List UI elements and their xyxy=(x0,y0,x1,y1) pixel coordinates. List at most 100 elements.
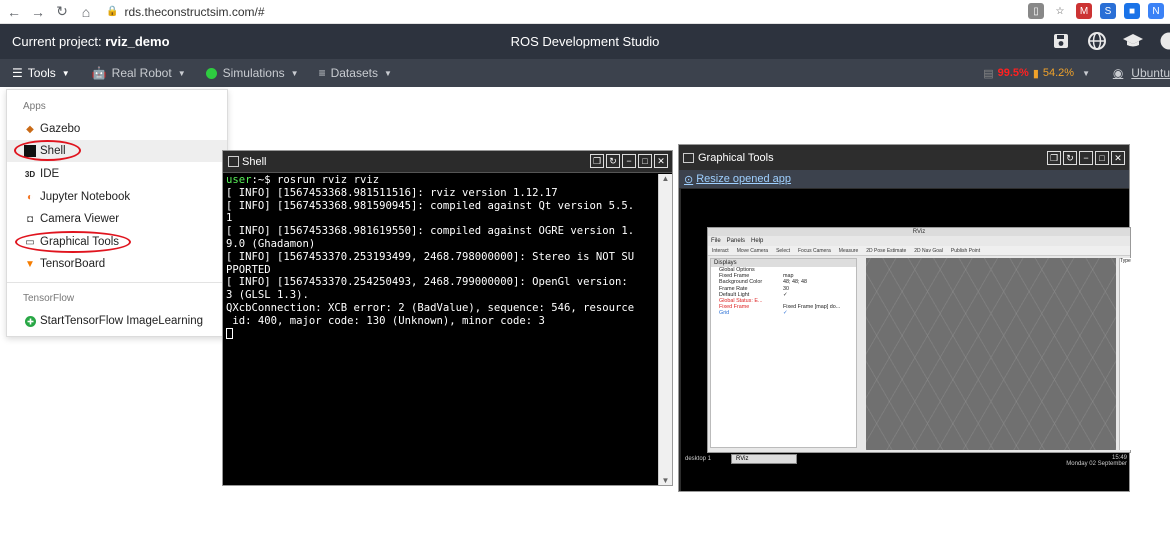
extension-icons: ▯ ☆ M S ■ N xyxy=(1028,3,1164,19)
resource-stats[interactable]: ▤ 99.5% ▮ 54.2% ▼ xyxy=(983,67,1090,80)
terminal-scrollbar[interactable]: ▲ ▼ xyxy=(658,174,672,485)
resize-label: Resize opened app xyxy=(696,173,792,185)
save-icon[interactable] xyxy=(1050,30,1072,52)
menu-item-shell[interactable]: Shell xyxy=(7,140,227,162)
clipboard-icon[interactable]: ▯ xyxy=(1028,3,1044,19)
star-icon[interactable]: ☆ xyxy=(1052,3,1068,19)
monitor-icon xyxy=(683,152,694,163)
rviz-menu-panels[interactable]: Panels xyxy=(727,238,745,244)
terminal-line: [ INFO] [1567453368.981619550]: compiled… xyxy=(226,225,635,238)
taskbar-clock: 15:49 Monday 02 September xyxy=(1066,455,1127,467)
menu-item-label: Graphical Tools xyxy=(40,236,120,248)
datasets-menu-button[interactable]: ≡ Datasets ▼ xyxy=(319,66,392,80)
reload-icon[interactable]: ↻ xyxy=(52,2,72,22)
menu-item-jupyter[interactable]: ◐ Jupyter Notebook xyxy=(7,186,227,208)
address-bar[interactable]: 🔒 rds.theconstructsim.com/# xyxy=(106,5,265,19)
camera-icon: ◘ xyxy=(26,213,34,225)
remote-taskbar: desktop 1 RViz 15:49 Monday 02 September xyxy=(681,453,1129,491)
menu-item-tensorboard[interactable]: ▼ TensorBoard xyxy=(7,253,227,275)
terminal-output[interactable]: user:~$ rosrun rviz rviz [ INFO] [156745… xyxy=(223,174,657,485)
rviz-toolbar: Interact Move Camera Select Focus Camera… xyxy=(708,246,1130,256)
close-icon[interactable]: ✕ xyxy=(654,154,668,168)
refresh-icon[interactable]: ↻ xyxy=(606,154,620,168)
scroll-down-icon[interactable]: ▼ xyxy=(659,476,672,485)
terminal-line: 3 (GLSL 1.3). xyxy=(226,289,309,302)
menu-item-label: StartTensorFlow ImageLearning xyxy=(40,315,203,327)
forward-icon[interactable]: → xyxy=(28,2,48,22)
caret-down-icon: ▼ xyxy=(177,68,186,78)
mail-icon[interactable]: M xyxy=(1076,3,1092,19)
remote-desktop[interactable]: RViz File Panels Help Interact Move Came… xyxy=(681,189,1131,491)
skype-icon[interactable]: S xyxy=(1100,3,1116,19)
minimize-icon[interactable]: − xyxy=(1079,151,1093,165)
menu-item-start-tensorflow[interactable]: StartTensorFlow ImageLearning xyxy=(7,310,227,332)
memory-icon: ▮ xyxy=(1032,67,1039,80)
menu-item-ide[interactable]: 3D IDE xyxy=(7,163,227,185)
simulations-menu-button[interactable]: Simulations ▼ xyxy=(205,66,299,80)
rviz-tool-measure[interactable]: Measure xyxy=(839,248,858,254)
resize-app-link[interactable]: ⊙ Resize opened app xyxy=(679,170,1129,188)
restore-icon[interactable]: ❐ xyxy=(590,154,604,168)
terminal-line: [ INFO] [1567453368.981590945]: compiled… xyxy=(226,199,635,212)
scroll-up-icon[interactable]: ▲ xyxy=(659,174,672,183)
rviz-menubar: File Panels Help xyxy=(708,236,1130,246)
caret-down-icon: ▼ xyxy=(290,68,299,78)
graphical-tools-window[interactable]: Graphical Tools ❐ ↻ − □ ✕ ⊙ Resize opene… xyxy=(678,144,1131,492)
app-header: Current project: rviz_demo ROS Developme… xyxy=(0,24,1170,59)
maximize-icon[interactable]: □ xyxy=(638,154,652,168)
rviz-3d-view[interactable] xyxy=(866,258,1116,450)
menu-item-gazebo[interactable]: ◆ Gazebo xyxy=(7,118,227,140)
rviz-display-row[interactable]: Grid ✓ xyxy=(711,310,856,316)
real-robot-menu-button[interactable]: 🤖 Real Robot ▼ xyxy=(92,66,186,80)
rviz-tool-nav-goal[interactable]: 2D Nav Goal xyxy=(914,248,943,254)
shell-window[interactable]: Shell ❐ ↻ − □ ✕ user:~$ rosrun rviz rviz… xyxy=(222,150,673,486)
play-icon xyxy=(205,67,217,79)
ubuntu-icon: ◉ xyxy=(1112,66,1124,80)
rviz-menu-help[interactable]: Help xyxy=(751,238,763,244)
close-icon[interactable]: ✕ xyxy=(1111,151,1125,165)
resize-icon: ⊙ xyxy=(684,173,694,186)
rviz-tool-move-camera[interactable]: Move Camera xyxy=(737,248,768,254)
rviz-menu-file[interactable]: File xyxy=(711,238,721,244)
prompt-user: user xyxy=(226,174,252,186)
menu-item-label: Camera Viewer xyxy=(40,213,120,225)
rviz-tool-pose-estimate[interactable]: 2D Pose Estimate xyxy=(866,248,906,254)
minimize-icon[interactable]: − xyxy=(622,154,636,168)
cpu-icon: ▤ xyxy=(983,67,994,80)
help-icon[interactable] xyxy=(1158,30,1170,52)
new-extension-icon[interactable]: N xyxy=(1148,3,1164,19)
shell-title: Shell xyxy=(242,155,267,168)
rviz-tool-select[interactable]: Select xyxy=(776,248,790,254)
menu-item-graphical-tools[interactable]: ▭ Graphical Tools xyxy=(7,231,227,253)
meet-icon[interactable]: ■ xyxy=(1124,3,1140,19)
rviz-tool-focus-camera[interactable]: Focus Camera xyxy=(798,248,831,254)
back-icon[interactable]: ← xyxy=(4,2,24,22)
tools-label: Tools xyxy=(27,66,56,80)
main-toolbar: ☰ Tools ▼ 🤖 Real Robot ▼ Simulations ▼ ≡… xyxy=(0,59,1170,87)
desktop-label[interactable]: desktop 1 xyxy=(685,456,711,462)
restore-icon[interactable]: ❐ xyxy=(1047,151,1061,165)
maximize-icon[interactable]: □ xyxy=(1095,151,1109,165)
menu-item-camera-viewer[interactable]: ◘ Camera Viewer xyxy=(7,208,227,230)
graduation-cap-icon[interactable] xyxy=(1122,30,1144,52)
clock-date: Monday 02 September xyxy=(1066,461,1127,467)
rviz-tool-publish-point[interactable]: Publish Point xyxy=(951,248,980,254)
home-icon[interactable]: ⌂ xyxy=(76,2,96,22)
url-text: rds.theconstructsim.com/# xyxy=(124,4,265,19)
terminal-line: 1 xyxy=(226,212,233,225)
tools-menu-button[interactable]: ☰ Tools ▼ xyxy=(12,66,70,80)
rviz-window[interactable]: RViz File Panels Help Interact Move Came… xyxy=(707,227,1131,453)
terminal-icon xyxy=(228,156,239,167)
rviz-views-panel[interactable]: Type xyxy=(1119,258,1131,450)
gazebo-icon: ◆ xyxy=(26,123,34,135)
robot-icon: 🤖 xyxy=(91,66,107,80)
refresh-icon[interactable]: ↻ xyxy=(1063,151,1077,165)
rviz-tool-interact[interactable]: Interact xyxy=(712,248,729,254)
globe-icon[interactable] xyxy=(1086,30,1108,52)
taskbar-rviz-button[interactable]: RViz xyxy=(731,454,797,464)
terminal-cursor xyxy=(226,328,233,340)
ubuntu-link[interactable]: ◉ Ubuntu xyxy=(1113,66,1170,80)
rviz-displays-panel[interactable]: Displays Global Options Fixed Frame map B… xyxy=(710,258,857,448)
terminal-line: [ INFO] [1567453370.254250493, 2468.7990… xyxy=(226,276,628,289)
tools-dropdown-menu: Apps ◆ Gazebo Shell 3D IDE ◐ Jupyter Not… xyxy=(6,89,228,337)
